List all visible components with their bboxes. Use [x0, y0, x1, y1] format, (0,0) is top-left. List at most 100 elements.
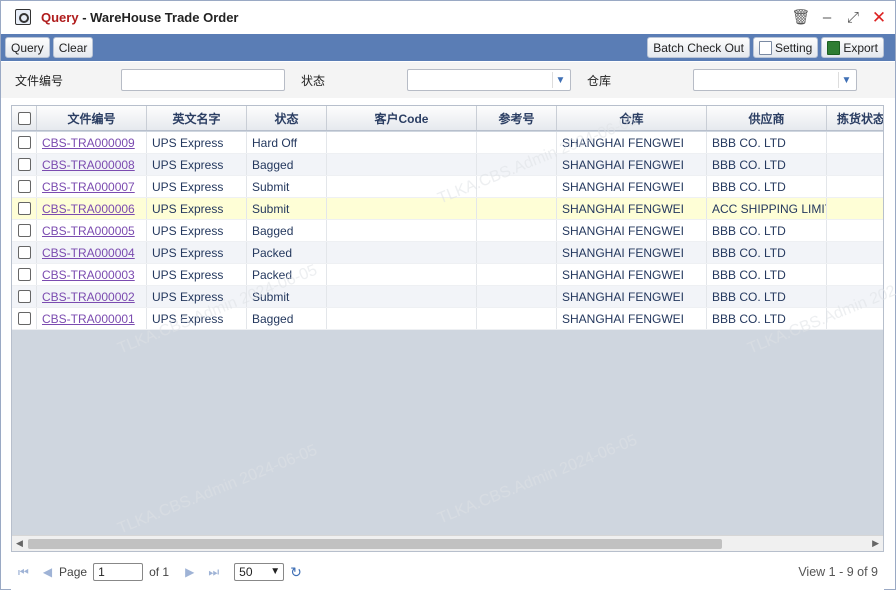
toolbar: Query Clear Batch Check Out Setting Expo…: [1, 34, 895, 61]
table-cell: Submit: [247, 286, 327, 307]
table-cell: SHANGHAI FENGWEI: [557, 154, 707, 175]
select-all-cell: [12, 106, 37, 130]
table-row[interactable]: CBS-TRA000002 UPS Express Submit SHANGHAI F…: [12, 286, 883, 308]
refresh-icon[interactable]: ↻: [290, 564, 302, 581]
row-checkbox[interactable]: [17, 312, 31, 325]
column-header[interactable]: 参考号: [477, 106, 557, 130]
row-checkbox[interactable]: [17, 202, 31, 215]
doc-no-link[interactable]: CBS-TRA000009: [42, 136, 135, 150]
export-button[interactable]: Export: [821, 37, 884, 58]
table-cell: [827, 176, 883, 197]
title-separator: -: [78, 9, 91, 25]
row-checkbox-cell: [12, 286, 37, 307]
clear-button[interactable]: Clear: [52, 37, 94, 58]
scrollbar-thumb[interactable]: [28, 539, 722, 549]
grid-header: 文件编号 英文名字 状态 客户Code 参考号 仓库 供应商 拣货状态: [12, 106, 883, 131]
table-cell: [477, 242, 557, 263]
row-checkbox[interactable]: [17, 158, 31, 171]
row-checkbox-cell: [12, 308, 37, 329]
first-page-icon[interactable]: ⏮: [18, 565, 29, 580]
column-header[interactable]: 客户Code: [327, 106, 477, 130]
table-cell: [477, 264, 557, 285]
column-header[interactable]: 供应商: [707, 106, 827, 130]
table-cell: BBB CO. LTD: [707, 242, 827, 263]
maximize-icon[interactable]: ⤢: [843, 7, 863, 27]
window-title: Query - WareHouse Trade Order: [41, 10, 239, 25]
doc-no-link[interactable]: CBS-TRA000002: [42, 290, 135, 304]
last-page-icon[interactable]: ⏭: [208, 565, 219, 580]
table-row[interactable]: CBS-TRA000007 UPS Express Submit SHANGHAI F…: [12, 176, 883, 198]
minimize-icon[interactable]: –: [817, 7, 837, 27]
table-cell: UPS Express: [147, 198, 247, 219]
doc-no-cell: CBS-TRA000001: [37, 308, 147, 329]
setting-button[interactable]: Setting: [752, 37, 819, 58]
table-row[interactable]: CBS-TRA000008 UPS Express Bagged SHANGHAI F…: [12, 154, 883, 176]
doc-no-link[interactable]: CBS-TRA000001: [42, 312, 135, 326]
table-cell: UPS Express: [147, 286, 247, 307]
row-checkbox[interactable]: [17, 290, 31, 303]
page-input[interactable]: 1: [93, 563, 144, 581]
table-cell: UPS Express: [147, 132, 247, 153]
table-row[interactable]: CBS-TRA000004 UPS Express Packed SHANGHAI F…: [12, 242, 883, 264]
table-cell: BBB CO. LTD: [707, 264, 827, 285]
table-cell: UPS Express: [147, 220, 247, 241]
row-checkbox[interactable]: [17, 180, 31, 193]
query-button[interactable]: Query: [5, 37, 50, 58]
column-header[interactable]: 状态: [247, 106, 327, 130]
title-main: WareHouse Trade Order: [90, 9, 239, 25]
doc-no-link[interactable]: CBS-TRA000003: [42, 268, 135, 282]
table-cell: UPS Express: [147, 264, 247, 285]
next-page-icon[interactable]: ▶: [185, 565, 194, 579]
table-row[interactable]: CBS-TRA000001 UPS Express Bagged SHANGHAI F…: [12, 308, 883, 330]
doc-no-link[interactable]: CBS-TRA000004: [42, 246, 135, 260]
row-checkbox-cell: [12, 242, 37, 263]
prev-page-icon[interactable]: ◀: [43, 565, 52, 579]
table-cell: [827, 154, 883, 175]
table-cell: UPS Express: [147, 242, 247, 263]
column-header[interactable]: 仓库: [557, 106, 707, 130]
doc-no-link[interactable]: CBS-TRA000007: [42, 180, 135, 194]
table-cell: [327, 220, 477, 241]
doc-no-input[interactable]: [121, 69, 285, 91]
table-cell: [477, 220, 557, 241]
table-row[interactable]: CBS-TRA000009 UPS Express Hard Off SHANGHAI…: [12, 132, 883, 154]
trash-icon[interactable]: 🗑: [791, 7, 811, 27]
doc-no-cell: CBS-TRA000002: [37, 286, 147, 307]
scroll-right-icon[interactable]: ▶: [872, 538, 879, 549]
table-row[interactable]: CBS-TRA000003 UPS Express Packed SHANGHAI F…: [12, 264, 883, 286]
view-range-text: View 1 - 9 of 9: [798, 565, 878, 579]
doc-no-cell: CBS-TRA000009: [37, 132, 147, 153]
table-cell: [327, 242, 477, 263]
query-window: Query - WareHouse Trade Order 🗑 – ⤢ ✕ Qu…: [0, 0, 896, 590]
horizontal-scrollbar[interactable]: ◀ ▶: [12, 535, 883, 551]
doc-no-label: 文件编号: [15, 74, 64, 88]
close-icon[interactable]: ✕: [869, 7, 889, 27]
column-header[interactable]: 拣货状态: [827, 106, 883, 130]
title-bar: Query - WareHouse Trade Order 🗑 – ⤢ ✕: [1, 1, 895, 33]
row-checkbox-cell: [12, 198, 37, 219]
batch-check-out-button[interactable]: Batch Check Out: [647, 37, 750, 58]
table-cell: Bagged: [247, 220, 327, 241]
page-size-select[interactable]: 50 ▼: [234, 563, 285, 581]
row-checkbox[interactable]: [17, 224, 31, 237]
scroll-left-icon[interactable]: ◀: [16, 538, 23, 549]
table-row[interactable]: CBS-TRA000005 UPS Express Bagged SHANGHAI F…: [12, 220, 883, 242]
table-cell: [477, 198, 557, 219]
status-select[interactable]: ▼: [407, 69, 571, 91]
select-all-checkbox[interactable]: [17, 111, 31, 125]
table-cell: [477, 132, 557, 153]
warehouse-select[interactable]: ▼: [693, 69, 857, 91]
table-cell: [477, 176, 557, 197]
table-cell: UPS Express: [147, 154, 247, 175]
doc-no-link[interactable]: CBS-TRA000006: [42, 202, 135, 216]
grid-body: CBS-TRA000009 UPS Express Hard Off SHANGHAI…: [12, 132, 883, 330]
row-checkbox[interactable]: [17, 136, 31, 149]
row-checkbox[interactable]: [17, 246, 31, 259]
row-checkbox-cell: [12, 132, 37, 153]
doc-no-link[interactable]: CBS-TRA000005: [42, 224, 135, 238]
doc-no-link[interactable]: CBS-TRA000008: [42, 158, 135, 172]
row-checkbox[interactable]: [17, 268, 31, 281]
column-header[interactable]: 文件编号: [37, 106, 147, 130]
table-row[interactable]: CBS-TRA000006 UPS Express Submit SHANGHAI F…: [12, 198, 883, 220]
column-header[interactable]: 英文名字: [147, 106, 247, 130]
